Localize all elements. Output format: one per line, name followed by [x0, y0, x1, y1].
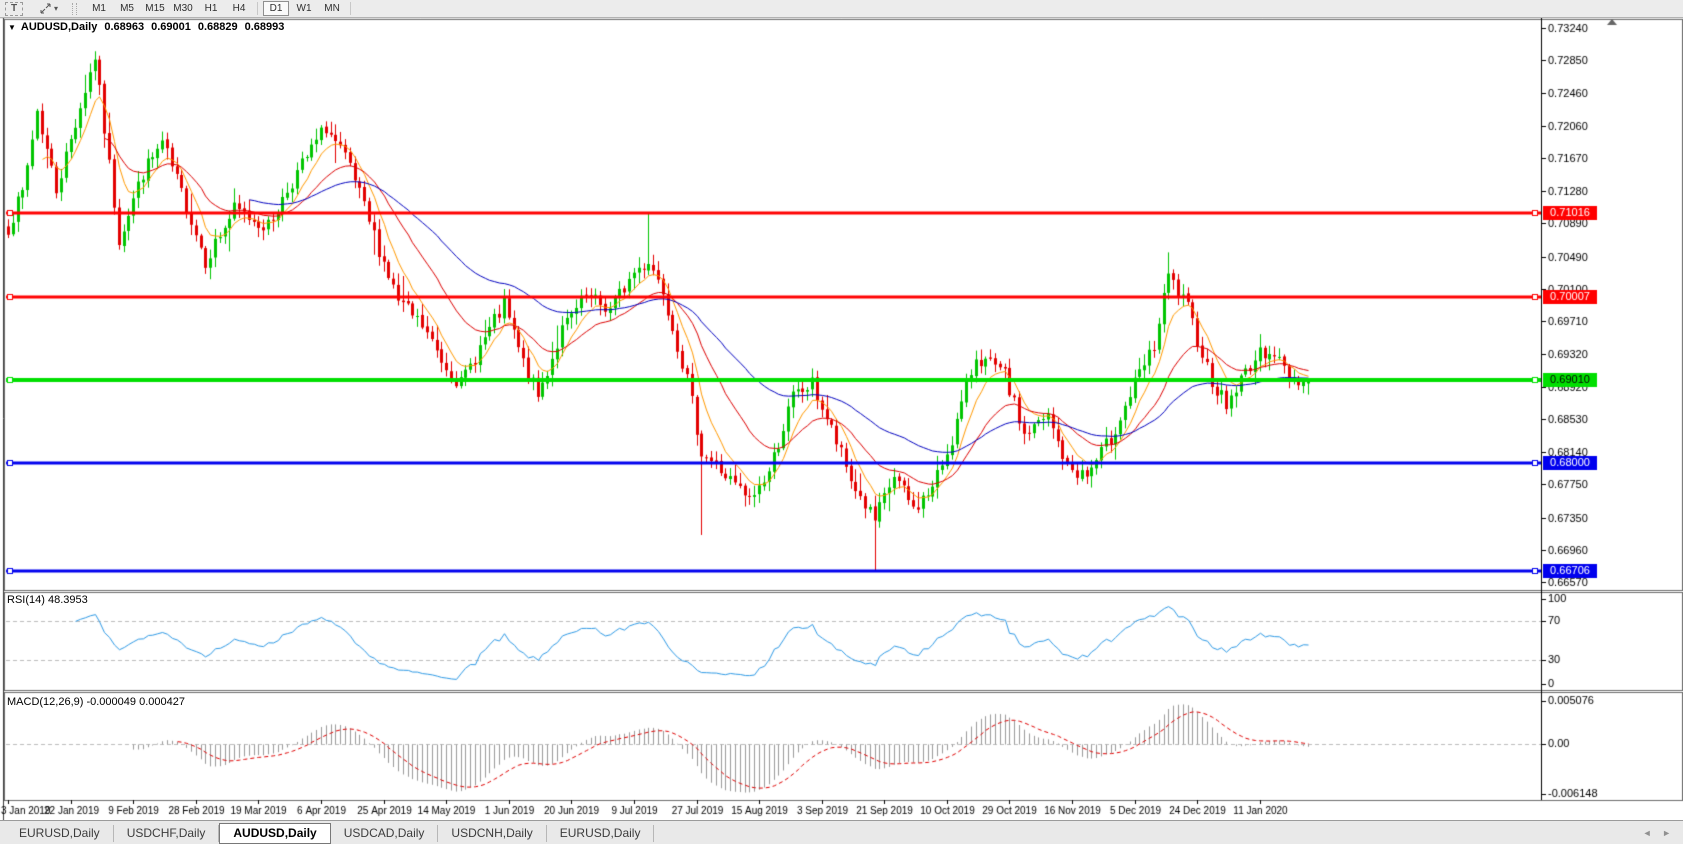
toolbar-separator: [257, 2, 258, 15]
tab-scroll-arrows: ◄ ►: [1635, 828, 1671, 838]
timeframe-m15-button[interactable]: M15: [142, 1, 168, 16]
tab-scroll-left-icon[interactable]: ◄: [1643, 828, 1652, 838]
chart-symbol: AUDUSD,Daily: [21, 21, 97, 33]
tab-usdcnh[interactable]: USDCNH,Daily: [438, 825, 546, 842]
ohlc-close: 0.68993: [245, 21, 285, 33]
price-chart-canvas[interactable]: [0, 0, 1683, 844]
timeframe-h1-button[interactable]: H1: [198, 1, 224, 16]
toolbar-grip: [72, 3, 77, 15]
tab-eurusd-2[interactable]: EURUSD,Daily: [547, 825, 655, 842]
timeframe-mn-button[interactable]: MN: [319, 1, 345, 16]
tab-usdchf[interactable]: USDCHF,Daily: [114, 825, 220, 842]
chart-title: ▼ AUDUSD,Daily 0.68963 0.69001 0.68829 0…: [8, 21, 284, 33]
dropdown-caret-icon: ▾: [54, 4, 58, 13]
timeframe-m5-button[interactable]: M5: [114, 1, 140, 16]
ohlc-open: 0.68963: [104, 21, 144, 33]
tab-usdcad[interactable]: USDCAD,Daily: [331, 825, 439, 842]
toolbar: T ▾ M1 M5 M15 M30 H1 H4 D1 W1 MN: [0, 0, 1683, 18]
tab-scroll-right-icon[interactable]: ►: [1662, 828, 1671, 838]
mt4-window: T ▾ M1 M5 M15 M30 H1 H4 D1 W1 MN ▼ AUDUS…: [0, 0, 1683, 844]
timeframe-d1-button[interactable]: D1: [263, 1, 289, 16]
cursor-tool-icon: [39, 2, 52, 15]
timeframe-h4-button[interactable]: H4: [226, 1, 252, 16]
timeframe-w1-button[interactable]: W1: [291, 1, 317, 16]
chart-tab-bar: EURUSD,Daily USDCHF,Daily AUDUSD,Daily U…: [0, 820, 1683, 844]
cursor-tool-button[interactable]: ▾: [37, 1, 60, 16]
timeframe-m30-button[interactable]: M30: [170, 1, 196, 16]
timeframe-m1-button[interactable]: M1: [86, 1, 112, 16]
toolbar-separator: [350, 2, 351, 15]
ohlc-high: 0.69001: [151, 21, 191, 33]
text-tool-button[interactable]: T: [5, 2, 23, 16]
tab-eurusd-1[interactable]: EURUSD,Daily: [6, 825, 114, 842]
rsi-indicator-label: RSI(14) 48.3953: [7, 594, 88, 606]
tab-audusd-active[interactable]: AUDUSD,Daily: [219, 823, 330, 844]
macd-indicator-label: MACD(12,26,9) -0.000049 0.000427: [7, 696, 185, 708]
ohlc-low: 0.68829: [198, 21, 238, 33]
collapse-marker-icon[interactable]: ▼: [8, 23, 16, 32]
